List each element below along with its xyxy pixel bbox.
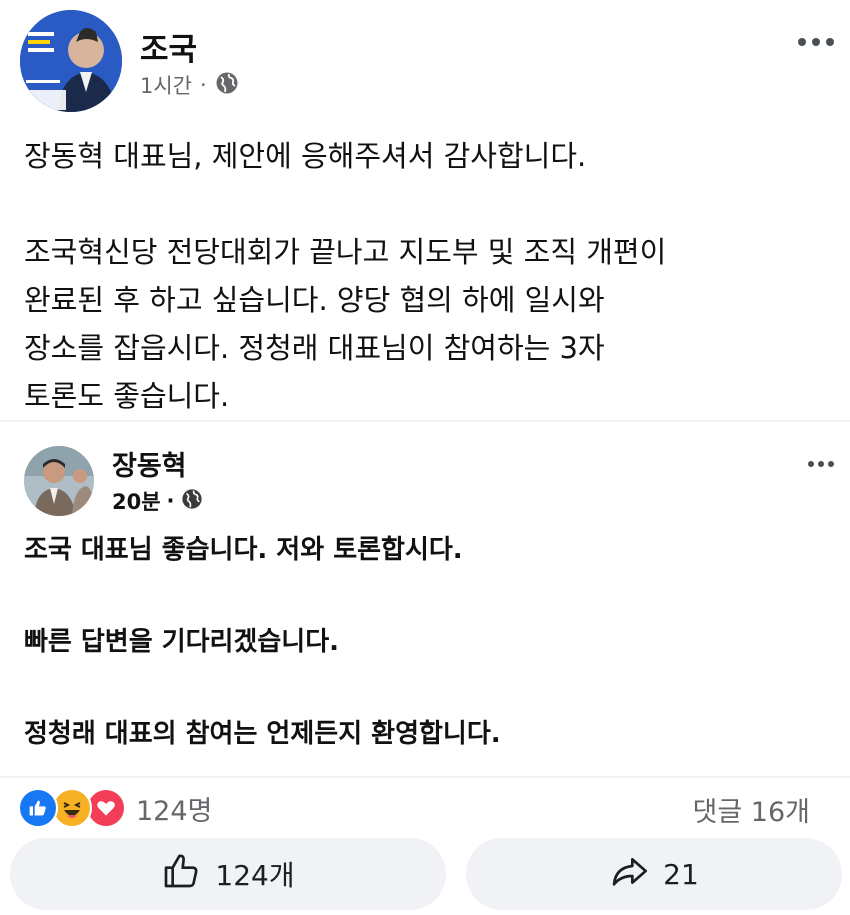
- globe-icon: [181, 488, 203, 515]
- haha-icon: [52, 788, 92, 828]
- reaction-count[interactable]: 124명: [136, 789, 212, 828]
- meta-separator: ·: [200, 73, 207, 97]
- author-name[interactable]: 조국: [140, 24, 197, 69]
- globe-icon: [215, 71, 239, 100]
- post-body: 장동혁 대표님, 제안에 응해주셔서 감사합니다. 조국혁신당 전당대회가 끝나…: [24, 139, 667, 413]
- share-arrow-icon: [609, 851, 649, 898]
- shared-post-meta: 20분 ·: [112, 486, 203, 516]
- shared-author-name[interactable]: 장동혁: [112, 444, 187, 483]
- author-avatar[interactable]: [20, 10, 122, 112]
- shared-author-avatar[interactable]: [24, 446, 94, 516]
- like-count: 124개: [215, 859, 295, 892]
- share-count: 21: [663, 857, 699, 891]
- card-bottom-divider: [0, 776, 850, 778]
- reactions-summary[interactable]: 124명: [18, 788, 212, 828]
- like-button[interactable]: 124개: [10, 838, 446, 910]
- shared-post-body: 조국 대표님 좋습니다. 저와 토론합시다. 빠른 답변을 기다리겠습니다. 정…: [24, 535, 501, 749]
- shared-post-time[interactable]: 20분: [112, 486, 161, 516]
- card-top-divider: [0, 420, 850, 422]
- thumbs-up-icon: [161, 851, 201, 898]
- love-icon: [86, 788, 126, 828]
- shared-meta-separator: ·: [166, 489, 175, 513]
- shared-more-icon[interactable]: [808, 461, 834, 467]
- post-time[interactable]: 1시간: [140, 70, 192, 100]
- post-meta: 1시간 ·: [140, 70, 239, 100]
- like-icon: [18, 788, 58, 828]
- more-icon[interactable]: [798, 38, 834, 46]
- comment-count[interactable]: 댓글 16개: [693, 790, 810, 829]
- share-button[interactable]: 21: [466, 838, 842, 910]
